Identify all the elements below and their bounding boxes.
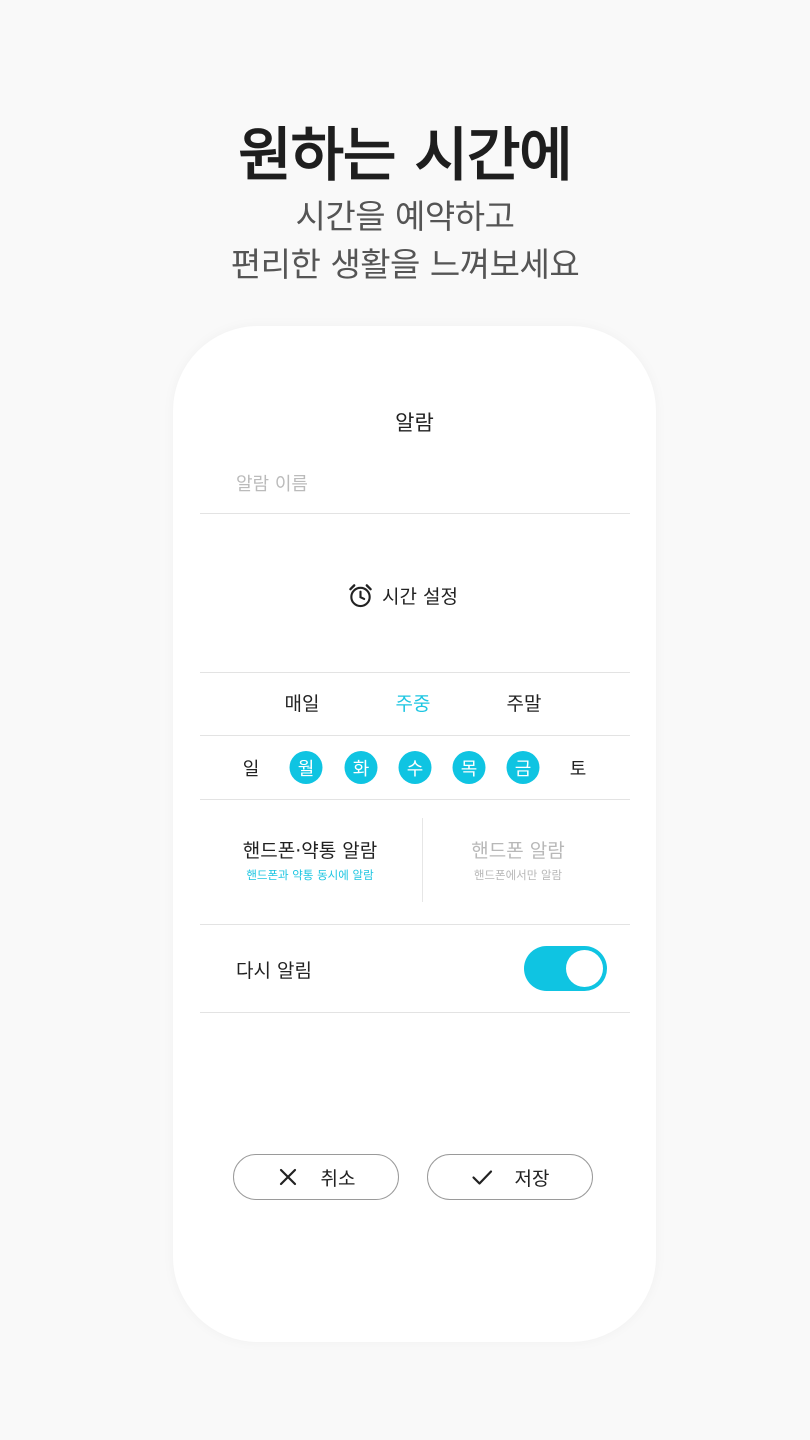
alarm-name-input[interactable] bbox=[236, 469, 616, 499]
promo-subline-1: 시간을 예약하고 bbox=[295, 197, 515, 236]
frequency-option-weekend[interactable]: 주말 bbox=[507, 689, 542, 716]
snooze-toggle[interactable] bbox=[524, 946, 607, 991]
frequency-option-daily[interactable]: 매일 bbox=[285, 689, 320, 716]
mode-title: 핸드폰 알람 bbox=[471, 840, 565, 862]
mode-title: 핸드폰·약통 알람 bbox=[242, 840, 378, 862]
cancel-label: 취소 bbox=[320, 1167, 356, 1190]
time-set-label: 시간 설정 bbox=[382, 585, 458, 608]
time-set-button[interactable]: 시간 설정 bbox=[347, 580, 458, 610]
save-label: 저장 bbox=[514, 1167, 550, 1190]
promo-headline: 원하는 시간에 bbox=[238, 121, 572, 189]
divider bbox=[200, 672, 630, 673]
mode-phone-and-pillbox[interactable]: 핸드폰·약통 알람 핸드폰과 약통 동시에 알람 bbox=[210, 836, 410, 883]
mode-description: 핸드폰에서만 알람 bbox=[473, 868, 563, 882]
check-icon bbox=[471, 1170, 492, 1185]
divider bbox=[200, 735, 630, 736]
alarm-clock-icon bbox=[349, 583, 372, 607]
day-wednesday[interactable]: 수 bbox=[398, 751, 432, 784]
toggle-knob bbox=[566, 950, 603, 987]
save-button[interactable]: 저장 bbox=[427, 1154, 593, 1200]
day-tuesday[interactable]: 화 bbox=[344, 751, 378, 784]
divider bbox=[200, 799, 630, 800]
divider bbox=[200, 1012, 630, 1013]
day-friday[interactable]: 금 bbox=[506, 751, 540, 784]
cancel-button[interactable]: 취소 bbox=[233, 1154, 399, 1200]
day-thursday[interactable]: 목 bbox=[452, 751, 486, 784]
divider bbox=[200, 924, 630, 925]
day-saturday[interactable]: 토 bbox=[562, 751, 595, 784]
mode-phone-only[interactable]: 핸드폰 알람 핸드폰에서만 알람 bbox=[418, 836, 618, 883]
alarm-title: 알람 bbox=[395, 411, 434, 435]
promo-subline-2: 편리한 생활을 느껴보세요 bbox=[230, 245, 580, 284]
day-sunday[interactable]: 일 bbox=[235, 751, 268, 784]
day-selector: 일 월 화 수 목 금 토 bbox=[173, 751, 656, 785]
mode-description: 핸드폰과 약통 동시에 알람 bbox=[246, 868, 374, 882]
day-monday[interactable]: 월 bbox=[289, 751, 323, 784]
snooze-label: 다시 알림 bbox=[236, 960, 312, 982]
frequency-selector: 매일 주중 주말 bbox=[173, 689, 656, 719]
phone-mockup-card: 알람 시간 설정 매일 주중 주말 일 월 화 수 목 금 토 핸드폰·약통 알… bbox=[173, 326, 656, 1342]
frequency-option-weekdays[interactable]: 주중 bbox=[396, 689, 431, 716]
divider bbox=[200, 513, 630, 514]
close-icon bbox=[279, 1168, 296, 1186]
